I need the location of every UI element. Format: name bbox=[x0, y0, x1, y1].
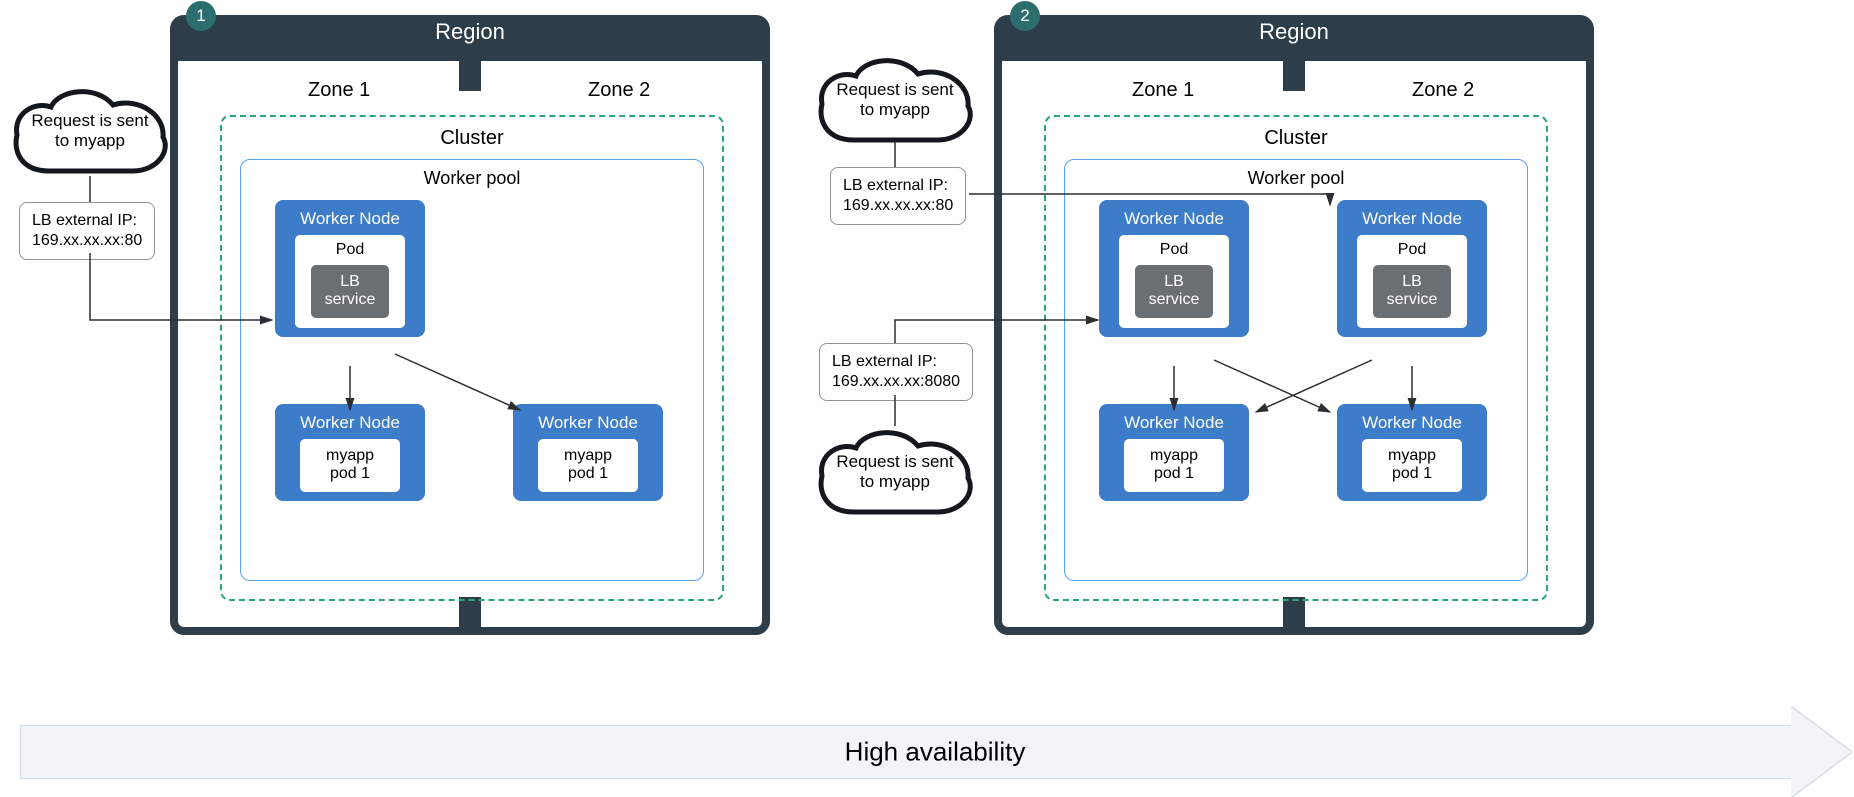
badge-two: 2 bbox=[1010, 1, 1040, 31]
lb-service2-line2-right: service bbox=[1379, 291, 1445, 309]
worker-node-title-lb1-right: Worker Node bbox=[1108, 209, 1240, 229]
cloud-left-line2: to myapp bbox=[5, 131, 175, 151]
cluster-title-left: Cluster bbox=[440, 127, 503, 150]
cloud-request-right-top: Request is sent to myapp bbox=[810, 48, 980, 152]
lb-ip-box-left: LB external IP: 169.xx.xx.xx:80 bbox=[19, 202, 155, 260]
worker-node-app2-left: Worker Node myapp pod 1 bbox=[513, 404, 663, 501]
pod-box-lb-left: Pod LB service bbox=[295, 235, 405, 328]
worker-node-app2-right: Worker Node myapp pod 1 bbox=[1337, 404, 1487, 501]
lb-service-line2-left: service bbox=[317, 291, 383, 309]
zone2-label-right: Zone 2 bbox=[1412, 79, 1474, 102]
worker-node-lb1-right: Worker Node Pod LB service bbox=[1099, 200, 1249, 337]
worker-node-title-app1-left: Worker Node bbox=[284, 413, 416, 433]
lb-service1-line2-right: service bbox=[1141, 291, 1207, 309]
myapp-pod2-line2-left: pod 1 bbox=[544, 465, 632, 483]
myapp-pod2-line1-right: myapp bbox=[1368, 447, 1456, 465]
region-title-left: Region bbox=[435, 19, 505, 45]
lb-ip-box-right-top: LB external IP: 169.xx.xx.xx:80 bbox=[830, 167, 966, 225]
worker-node-title-app1-right: Worker Node bbox=[1108, 413, 1240, 433]
cloud-right-bottom-line2: to myapp bbox=[810, 472, 980, 492]
lb-service-box-left: LB service bbox=[311, 265, 389, 318]
myapp-pod1-line2-left: pod 1 bbox=[306, 465, 394, 483]
worker-pool-box-right: Worker pool Worker Node Pod LB service W… bbox=[1064, 159, 1528, 581]
zone1-label-left: Zone 1 bbox=[308, 79, 370, 102]
myapp-pod1-right: myapp pod 1 bbox=[1124, 439, 1224, 492]
high-availability-arrow: High availability bbox=[20, 725, 1850, 779]
worker-node-title-app2-left: Worker Node bbox=[522, 413, 654, 433]
cloud-request-right-bottom: Request is sent to myapp bbox=[810, 420, 980, 524]
pod-box-lb2-right: Pod LB service bbox=[1357, 235, 1467, 328]
lb-service1-line1-right: LB bbox=[1141, 273, 1207, 291]
badge-one: 1 bbox=[186, 1, 216, 31]
worker-pool-box-left: Worker pool Worker Node Pod LB service W… bbox=[240, 159, 704, 581]
region-zone-divider-top-right bbox=[1283, 61, 1305, 91]
cloud-right-bottom-line1: Request is sent bbox=[810, 452, 980, 472]
lb-service-box2-right: LB service bbox=[1373, 265, 1451, 318]
worker-pool-title-right: Worker pool bbox=[1248, 168, 1345, 189]
lb-ip-right-top-line2: 169.xx.xx.xx:80 bbox=[843, 196, 953, 216]
cluster-title-right: Cluster bbox=[1264, 127, 1327, 150]
myapp-pod2-left: myapp pod 1 bbox=[538, 439, 638, 492]
worker-pool-title-left: Worker pool bbox=[424, 168, 521, 189]
region-zone-divider-bottom-right bbox=[1283, 597, 1305, 627]
pod-title-lb-left: Pod bbox=[301, 241, 399, 259]
lb-ip-right-top-line1: LB external IP: bbox=[843, 176, 953, 196]
myapp-pod1-line1-right: myapp bbox=[1130, 447, 1218, 465]
myapp-pod2-right: myapp pod 1 bbox=[1362, 439, 1462, 492]
myapp-pod1-line2-right: pod 1 bbox=[1130, 465, 1218, 483]
region-box-right: Region Zone 1 Zone 2 Cluster Worker pool… bbox=[994, 15, 1594, 635]
lb-ip-box-right-bottom: LB external IP: 169.xx.xx.xx:8080 bbox=[819, 343, 973, 401]
region-box-left: Region Zone 1 Zone 2 Cluster Worker pool… bbox=[170, 15, 770, 635]
cloud-request-left: Request is sent to myapp bbox=[5, 79, 175, 183]
pod-box-lb1-right: Pod LB service bbox=[1119, 235, 1229, 328]
zone1-label-right: Zone 1 bbox=[1132, 79, 1194, 102]
lb-ip-left-line1: LB external IP: bbox=[32, 211, 142, 231]
lb-ip-right-bottom-line1: LB external IP: bbox=[832, 352, 960, 372]
ha-arrowhead bbox=[1791, 707, 1851, 797]
pod-title-lb2-right: Pod bbox=[1363, 241, 1461, 259]
myapp-pod1-line1-left: myapp bbox=[306, 447, 394, 465]
worker-node-title-app2-right: Worker Node bbox=[1346, 413, 1478, 433]
zone2-label-left: Zone 2 bbox=[588, 79, 650, 102]
cluster-box-left: Cluster Worker pool Worker Node Pod LB s… bbox=[220, 115, 724, 601]
worker-node-lb2-right: Worker Node Pod LB service bbox=[1337, 200, 1487, 337]
cluster-box-right: Cluster Worker pool Worker Node Pod LB s… bbox=[1044, 115, 1548, 601]
pod-title-lb1-right: Pod bbox=[1125, 241, 1223, 259]
lb-service2-line1-right: LB bbox=[1379, 273, 1445, 291]
myapp-pod1-left: myapp pod 1 bbox=[300, 439, 400, 492]
worker-node-title-lb-left: Worker Node bbox=[284, 209, 416, 229]
region-zone-divider-top-left bbox=[459, 61, 481, 91]
worker-node-title-lb2-right: Worker Node bbox=[1346, 209, 1478, 229]
worker-node-app1-left: Worker Node myapp pod 1 bbox=[275, 404, 425, 501]
region-title-right: Region bbox=[1259, 19, 1329, 45]
cloud-right-top-line1: Request is sent bbox=[810, 80, 980, 100]
lb-ip-right-bottom-line2: 169.xx.xx.xx:8080 bbox=[832, 372, 960, 392]
myapp-pod2-line2-right: pod 1 bbox=[1368, 465, 1456, 483]
myapp-pod2-line1-left: myapp bbox=[544, 447, 632, 465]
worker-node-lb-left: Worker Node Pod LB service bbox=[275, 200, 425, 337]
cloud-left-line1: Request is sent bbox=[5, 111, 175, 131]
lb-ip-left-line2: 169.xx.xx.xx:80 bbox=[32, 231, 142, 251]
worker-node-app1-right: Worker Node myapp pod 1 bbox=[1099, 404, 1249, 501]
lb-service-line1-left: LB bbox=[317, 273, 383, 291]
cloud-right-top-line2: to myapp bbox=[810, 100, 980, 120]
region-zone-divider-bottom-left bbox=[459, 597, 481, 627]
ha-label: High availability bbox=[845, 737, 1026, 768]
lb-service-box1-right: LB service bbox=[1135, 265, 1213, 318]
